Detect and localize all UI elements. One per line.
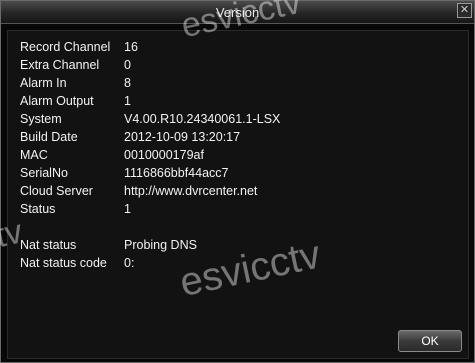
info-label: Build Date [20, 130, 78, 144]
info-label: Status [20, 202, 56, 216]
info-value: 2012-10-09 13:20:17 [124, 130, 241, 144]
info-label: Alarm In [20, 76, 67, 90]
info-label: Cloud Server [20, 184, 93, 198]
info-value: V4.00.R10.24340061.1-LSX [124, 112, 281, 126]
info-label: SerialNo [20, 166, 68, 180]
info-value: 1116866bbf44acc7 [124, 166, 229, 180]
info-label: MAC [20, 148, 48, 162]
nat-value: 0: [124, 256, 135, 270]
info-value: 1 [124, 94, 131, 108]
info-value: 0010000179af [124, 148, 204, 162]
nat-label: Nat status code [20, 256, 107, 270]
close-button[interactable]: ✕ [457, 3, 472, 18]
info-panel: Record Channel 16 Extra Channel 0 Alarm … [7, 30, 469, 359]
close-icon: ✕ [459, 4, 470, 16]
ok-button[interactable]: OK [398, 330, 462, 352]
info-value: 0 [124, 58, 131, 72]
version-dialog: Version ✕ Record Channel 16 Extra Channe… [0, 0, 475, 363]
info-value: 16 [124, 40, 138, 54]
info-value: http://www.dvrcenter.net [124, 184, 258, 198]
info-value: 1 [124, 202, 131, 216]
info-label: System [20, 112, 62, 126]
nat-value: Probing DNS [124, 238, 197, 252]
dialog-title: Version [215, 5, 260, 20]
title-bar: Version ✕ [1, 1, 474, 24]
info-label: Alarm Output [20, 94, 94, 108]
info-label: Record Channel [20, 40, 111, 54]
info-label: Extra Channel [20, 58, 100, 72]
nat-label: Nat status [20, 238, 77, 252]
info-value: 8 [124, 76, 131, 90]
